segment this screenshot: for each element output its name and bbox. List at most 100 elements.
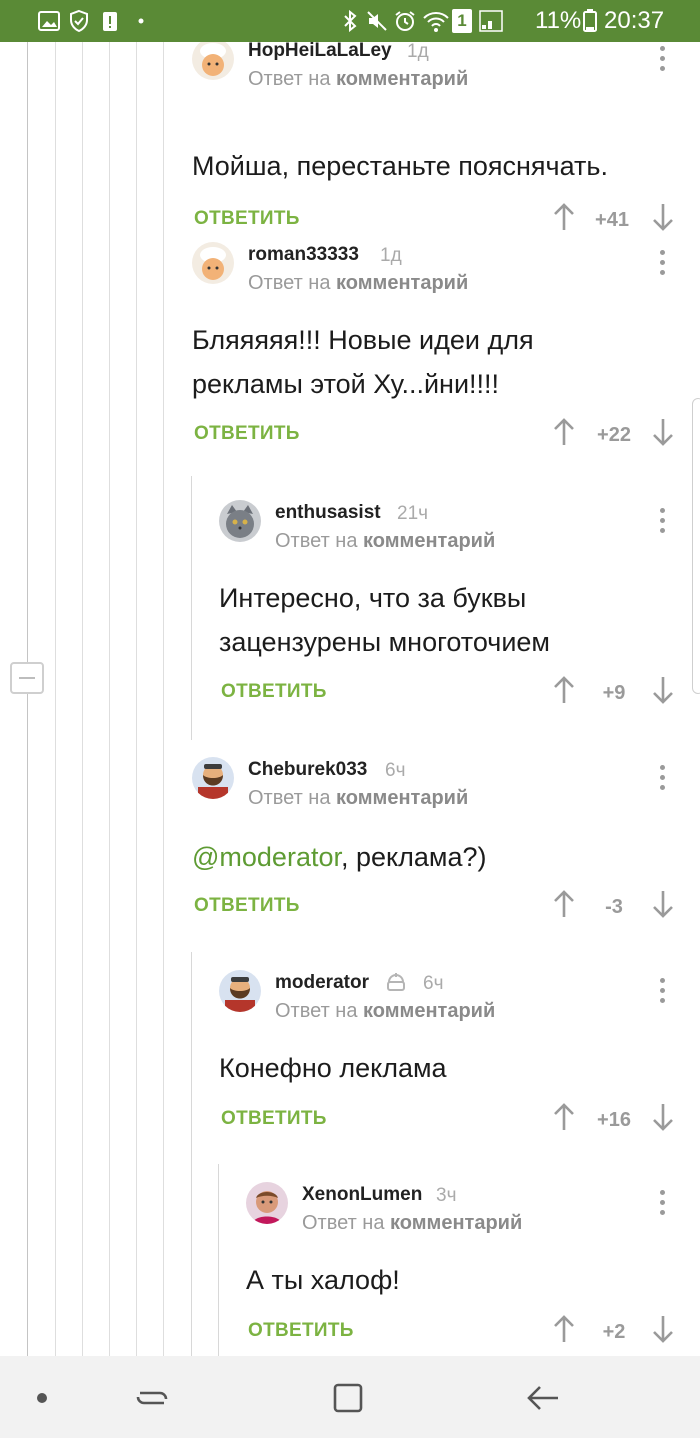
reply-to-target[interactable]: комментарий <box>363 1000 495 1022</box>
reply-to-link[interactable]: Ответ на комментарий <box>275 530 495 553</box>
comment-text: Мойша, перестаньте пояснячать. <box>192 144 608 188</box>
reply-to-link[interactable]: Ответ на комментарий <box>248 272 468 295</box>
reply-to-target[interactable]: комментарий <box>336 68 468 90</box>
comment-username[interactable]: XenonLumen <box>302 1184 422 1206</box>
user-mention-link[interactable]: @moderator <box>192 842 341 872</box>
thread-line[interactable] <box>191 476 192 740</box>
comment-username[interactable]: HopHeiLaLaLey <box>248 42 392 62</box>
thread-line[interactable] <box>109 42 110 1356</box>
alert-icon <box>103 12 117 31</box>
upvote-arrow-icon[interactable] <box>552 417 576 447</box>
comment: enthusasist 21ч Ответ на комментарий Инт… <box>219 500 682 732</box>
reply-to-prefix: Ответ на <box>248 272 331 294</box>
comment-username[interactable]: moderator <box>275 972 369 994</box>
reply-to-target[interactable]: комментарий <box>336 787 468 809</box>
comment-text-line: Мойша, перестаньте пояснячать. <box>192 151 608 181</box>
reply-to-target[interactable]: комментарий <box>363 530 495 552</box>
pink-avatar[interactable] <box>246 1182 288 1224</box>
bearded-man-avatar[interactable] <box>192 757 234 799</box>
comment-text-rest: , реклама?) <box>340 842 487 872</box>
comment-score: +41 <box>595 209 629 231</box>
reply-button[interactable]: ОТВЕТИТЬ <box>194 895 300 917</box>
reply-to-link[interactable]: Ответ на комментарий <box>302 1212 522 1235</box>
battery-percent: 11% <box>535 7 582 34</box>
more-options-icon[interactable] <box>659 506 667 536</box>
mute-icon <box>367 11 387 31</box>
reply-to-link[interactable]: Ответ на комментарий <box>248 787 468 810</box>
upvote-arrow-icon[interactable] <box>552 1314 576 1344</box>
home-icon[interactable] <box>326 1376 370 1420</box>
chef-avatar[interactable] <box>192 42 234 80</box>
image-icon <box>38 11 60 31</box>
thread-line[interactable] <box>218 1164 219 1356</box>
thread-line[interactable] <box>27 42 28 1356</box>
comment-time: 6ч <box>385 760 406 781</box>
upvote-arrow-icon[interactable] <box>552 202 576 232</box>
reply-button[interactable]: ОТВЕТИТЬ <box>194 208 300 230</box>
status-bar: 1 11% 20:37 <box>0 0 700 42</box>
comment-time: 3ч <box>436 1185 457 1206</box>
downvote-arrow-icon[interactable] <box>651 417 675 447</box>
upvote-arrow-icon[interactable] <box>552 1102 576 1132</box>
reply-to-prefix: Ответ на <box>275 530 358 552</box>
reply-to-target[interactable]: комментарий <box>336 272 468 294</box>
comment-score: +22 <box>597 424 631 446</box>
upvote-arrow-icon[interactable] <box>552 675 576 705</box>
comment-time: 6ч <box>423 973 444 994</box>
upvote-arrow-icon[interactable] <box>552 889 576 919</box>
alarm-icon <box>395 11 415 31</box>
dot-icon[interactable] <box>20 1376 64 1420</box>
reply-to-link[interactable]: Ответ на комментарий <box>248 68 468 91</box>
reply-to-prefix: Ответ на <box>302 1212 385 1234</box>
comment-text: Интересно, что за буквы зацензурены мног… <box>219 576 550 664</box>
reply-button[interactable]: ОТВЕТИТЬ <box>221 681 327 703</box>
reply-button[interactable]: ОТВЕТИТЬ <box>221 1108 327 1130</box>
downvote-arrow-icon[interactable] <box>651 202 675 232</box>
comment: HopHeiLaLaLey 1д Ответ на комментарий Мо… <box>192 42 682 258</box>
thread-line[interactable] <box>55 42 56 1356</box>
collapse-thread-button[interactable] <box>10 662 44 694</box>
thread-line[interactable] <box>163 42 164 1356</box>
comment-text: Конефно леклама <box>219 1046 447 1090</box>
reply-to-target[interactable]: комментарий <box>390 1212 522 1234</box>
comment-time: 1д <box>380 245 402 266</box>
downvote-arrow-icon[interactable] <box>651 1314 675 1344</box>
more-options-icon[interactable] <box>659 976 667 1006</box>
reply-button[interactable]: ОТВЕТИТЬ <box>248 1320 354 1342</box>
downvote-arrow-icon[interactable] <box>651 1102 675 1132</box>
chef-avatar[interactable] <box>192 242 234 284</box>
thread-line[interactable] <box>136 42 137 1356</box>
reply-button[interactable]: ОТВЕТИТЬ <box>194 423 300 445</box>
comments-thread[interactable]: HopHeiLaLaLey 1д Ответ на комментарий Мо… <box>0 42 700 1356</box>
bearded-man-avatar[interactable] <box>219 970 261 1012</box>
comment-score: +9 <box>602 682 626 704</box>
downvote-arrow-icon[interactable] <box>651 675 675 705</box>
reply-to-prefix: Ответ на <box>248 68 331 90</box>
comment: XenonLumen 3ч Ответ на комментарий А ты … <box>246 1182 682 1356</box>
comment-text-line: А ты халоф! <box>246 1265 400 1295</box>
comment-username[interactable]: enthusasist <box>275 502 381 524</box>
thread-line[interactable] <box>82 42 83 1356</box>
comment: Cheburek033 6ч Ответ на комментарий @mod… <box>192 757 682 957</box>
reply-to-prefix: Ответ на <box>275 1000 358 1022</box>
signal-icon <box>479 10 503 32</box>
comment-username[interactable]: Cheburek033 <box>248 759 367 781</box>
scroll-handle[interactable] <box>692 398 700 694</box>
reply-to-link[interactable]: Ответ на комментарий <box>275 1000 495 1023</box>
comment-username[interactable]: roman33333 <box>248 244 359 266</box>
bluetooth-icon <box>344 9 357 33</box>
comment-text: А ты халоф! <box>246 1258 400 1302</box>
recent-apps-icon[interactable] <box>130 1376 174 1420</box>
back-icon[interactable] <box>522 1376 566 1420</box>
thread-line[interactable] <box>191 952 192 1356</box>
downvote-arrow-icon[interactable] <box>651 889 675 919</box>
moderator-badge-icon <box>387 973 405 991</box>
battery-icon <box>583 9 597 32</box>
more-options-icon[interactable] <box>659 763 667 793</box>
more-options-icon[interactable] <box>659 248 667 278</box>
cat-avatar[interactable] <box>219 500 261 542</box>
more-options-icon[interactable] <box>659 44 667 74</box>
comment-text: Бляяяяя!!! Новые идеи для рекламы этой Х… <box>192 318 534 406</box>
more-options-icon[interactable] <box>659 1188 667 1218</box>
clock-time: 20:37 <box>604 7 665 34</box>
